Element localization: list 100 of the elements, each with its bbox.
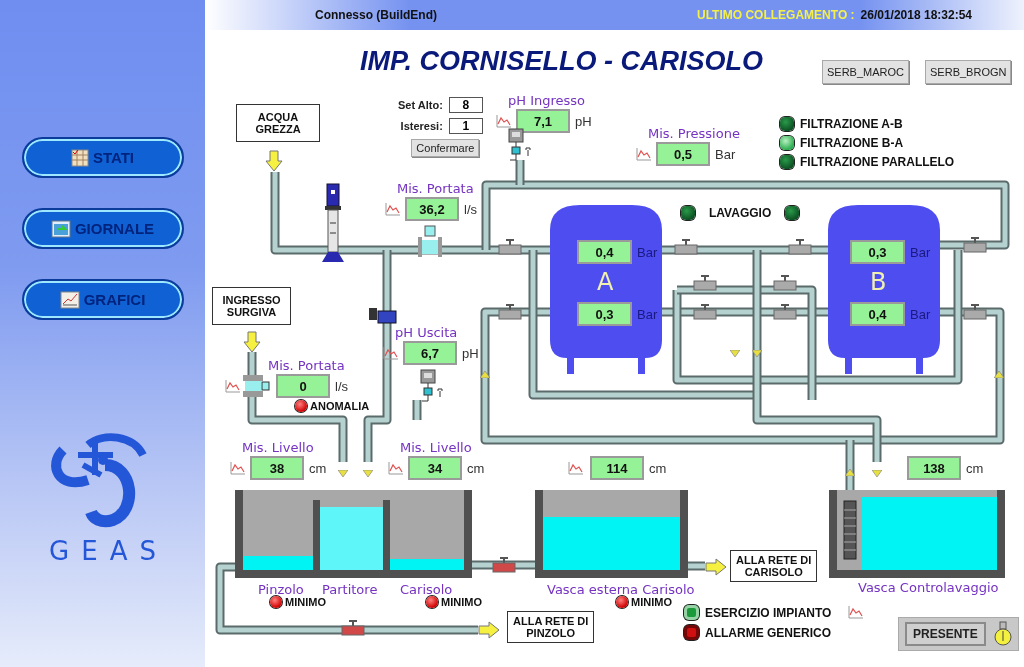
trend-icon[interactable] [230,461,246,475]
measure-unit: cm [966,460,984,476]
arrow-icon [705,558,727,576]
pump-icon [320,183,346,263]
measure-value: 6,7 [403,341,457,365]
valve-icon[interactable] [492,557,516,573]
measure-value: 0,5 [656,142,710,166]
bulb-icon[interactable] [993,621,1012,647]
measure-value: 36,2 [405,197,459,221]
measure-value: 0 [276,374,330,398]
valve-icon[interactable] [963,304,987,320]
flow-marker-icon [752,350,762,357]
trend-icon[interactable] [383,346,399,360]
plant-title: IMP. CORNISELLO - CARISOLO [360,46,764,77]
filter-letter: B [870,268,887,296]
measure-unit: Bar [715,146,736,162]
measure-unit: l/s [335,378,348,394]
trend-icon[interactable] [496,114,512,128]
flowmeter-icon [417,225,443,259]
valve-icon[interactable] [963,237,987,253]
trend-icon[interactable] [848,605,864,619]
outlet-label: ALLA RETE DI CARISOLO [730,550,818,582]
filter-letter: A [597,268,614,296]
valve-icon[interactable] [693,304,717,320]
measure-unit: cm [649,460,667,476]
flow-marker-icon [730,350,740,357]
tank-name: Pinzolo [258,582,304,597]
tank-name: Carisolo [400,582,453,597]
tank-name: Vasca esterna Carisolo [547,582,695,597]
trend-icon[interactable] [568,461,584,475]
plant-button[interactable]: SERB_MAROC [822,60,910,84]
measure-title: Mis. Portata [397,181,475,197]
submersible-pump-icon [843,500,857,560]
measure-title: pH Uscita [395,325,459,341]
pipe [412,400,422,420]
setpoint-field[interactable]: 8 [448,97,483,113]
measure-value: 34 [408,456,462,480]
pressure-unit: Bar [910,244,931,260]
flow-marker-icon [845,469,855,476]
measure-value: 38 [250,456,304,480]
ph-sensor-icon [508,128,534,162]
trend-icon[interactable] [636,147,652,161]
measure-title: Mis. Livello [400,440,473,456]
lamp-label: MINIMO [441,596,482,608]
trend-icon[interactable] [385,202,401,216]
arrow-icon [243,331,261,353]
arrow-icon [478,621,500,639]
window-icon [50,219,71,238]
measure-value: 138 [907,456,961,480]
last-connection-time: 26/01/2018 18:32:54 [860,8,972,22]
pressure-unit: Bar [910,306,931,322]
plant-button[interactable]: SERB_BROGN [925,60,1012,84]
lamp-label: ESERCIZIO IMPIANTO [705,605,832,620]
pressure-value: 0,3 [577,302,632,326]
measure-unit: pH [462,345,479,361]
connection-status: Connesso (BuildEnd) [315,8,437,22]
measure-title: Mis. Portata [268,358,346,374]
presence-button[interactable]: PRESENTE [905,622,986,646]
valve-icon[interactable] [341,620,365,636]
lamp-label: MINIMO [285,596,326,608]
lamp-label: FILTRAZIONE B-A [800,136,904,150]
measure-unit: pH [575,113,592,129]
tank-name: Partitore [322,582,378,597]
lamp-label: ANOMALIA [310,400,370,412]
valve-icon[interactable] [788,239,812,255]
valve-icon[interactable] [498,304,522,320]
valve-icon[interactable] [674,239,698,255]
outlet-label: ALLA RETE DI PINZOLO [507,611,595,643]
pressure-unit: Bar [637,244,658,260]
measure-title: pH Ingresso [508,93,587,109]
confirm-button[interactable]: Confermare [411,139,480,157]
table-icon [70,148,89,167]
measure-unit: cm [467,460,485,476]
flowmeter-icon [240,374,270,398]
flow-marker-icon [994,371,1004,378]
valve-icon[interactable] [773,275,797,291]
trend-icon[interactable] [225,379,241,393]
setpoint-label: Isteresi: [399,120,443,132]
flow-marker-icon [872,470,882,477]
flow-marker-icon [338,470,348,477]
pressure-value: 0,3 [850,240,905,264]
setpoint-field[interactable]: 1 [448,118,483,134]
lamp-label: ALLARME GENERICO [705,625,831,640]
last-connection-label: ULTIMO COLLEGAMENTO : [697,8,855,22]
lamp-label: MINIMO [631,596,672,608]
logo-text: GEAS [48,536,168,566]
valve-icon[interactable] [773,304,797,320]
chart-icon [59,290,80,309]
flow-marker-icon [363,470,373,477]
valve-icon[interactable] [693,275,717,291]
arrow-icon [265,150,283,172]
setpoint-label: Set Alto: [398,99,443,111]
pressure-value: 0,4 [850,302,905,326]
measure-title: Mis. Pressione [648,126,740,142]
tank-name: Vasca Controlavaggio [858,580,999,595]
valve-icon[interactable] [498,239,522,255]
source-label: ACQUA GREZZA [236,104,320,142]
trend-icon[interactable] [388,461,404,475]
measure-value: 7,1 [516,109,570,133]
water [243,556,313,570]
